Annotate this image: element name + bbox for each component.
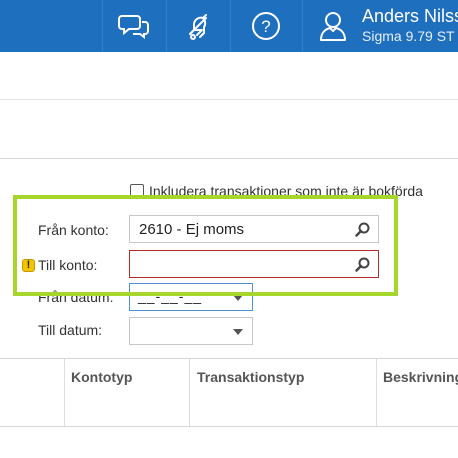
user-icon (320, 12, 346, 41)
user-organization: Sigma 9.79 ST (362, 28, 455, 44)
column-divider (189, 359, 190, 426)
to-date-input[interactable] (129, 317, 253, 345)
user-name: Anders Nilss (362, 6, 458, 26)
divider (0, 99, 458, 100)
topbar-divider (302, 0, 303, 52)
column-header-beskrivning[interactable]: Beskrivning (383, 369, 458, 385)
notifications-button[interactable] (166, 0, 230, 52)
bell-icon (189, 14, 207, 40)
topbar-divider (230, 0, 231, 52)
table-header-border (0, 426, 458, 427)
table-header-border (0, 358, 458, 359)
divider (0, 158, 458, 159)
chat-bubbles-icon (118, 15, 149, 39)
help-icon: ? (252, 12, 280, 40)
column-divider (64, 359, 65, 426)
user-menu[interactable]: Anders Nilss Sigma 9.79 ST (312, 0, 458, 52)
column-header-transaktionstyp[interactable]: Transaktionstyp (197, 369, 304, 385)
highlight-box (13, 195, 398, 296)
top-bar: ? Anders Nilss Sigma 9.79 ST (0, 0, 458, 52)
chevron-down-icon[interactable] (233, 329, 243, 335)
to-date-label: Till datum: (38, 322, 103, 338)
chat-button[interactable] (102, 0, 166, 52)
column-header-kontotyp[interactable]: Kontotyp (71, 369, 132, 385)
svg-text:?: ? (261, 17, 270, 36)
column-divider (376, 359, 377, 426)
help-button[interactable]: ? (234, 0, 298, 52)
